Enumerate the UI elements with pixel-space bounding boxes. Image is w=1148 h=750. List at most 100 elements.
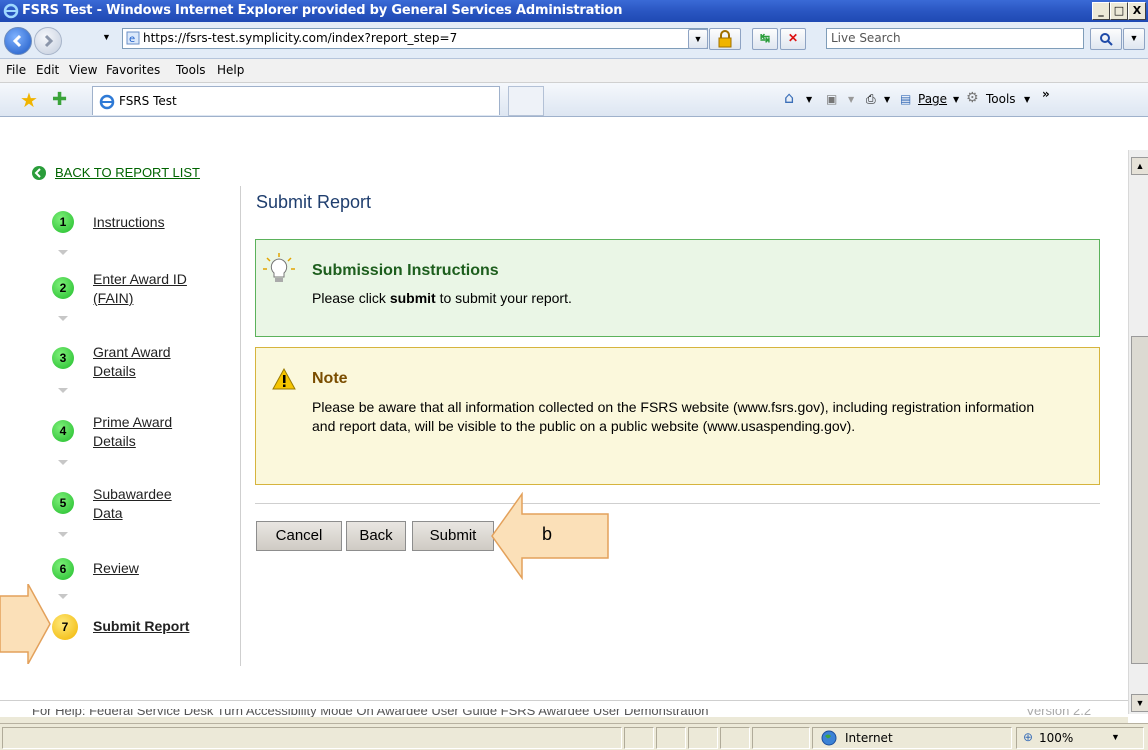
page-menu-button[interactable]: Page bbox=[918, 92, 947, 106]
scroll-thumb[interactable] bbox=[1131, 336, 1148, 664]
toolbar-overflow-icon[interactable]: » bbox=[1042, 87, 1050, 101]
menu-edit[interactable]: Edit bbox=[36, 63, 59, 77]
minimize-button[interactable]: _ bbox=[1092, 2, 1110, 20]
submit-button[interactable]: Submit bbox=[412, 521, 494, 551]
instructions-text: Please click submit to submit your repor… bbox=[312, 290, 572, 306]
feeds-dropdown-icon[interactable]: ▼ bbox=[848, 95, 854, 104]
scroll-down-arrow[interactable]: ▼ bbox=[1131, 694, 1148, 712]
zoom-level: 100% bbox=[1039, 731, 1074, 745]
address-dropdown-button[interactable]: ▼ bbox=[688, 29, 708, 49]
new-tab-button[interactable] bbox=[508, 86, 544, 116]
menu-view[interactable]: View bbox=[69, 63, 97, 77]
search-options-button[interactable]: ▼ bbox=[1123, 28, 1145, 50]
footer-links[interactable]: For Help: Federal Service Desk Turn Acce… bbox=[32, 709, 932, 717]
ie-logo-icon bbox=[3, 3, 19, 19]
note-box: Note Please be aware that all informatio… bbox=[255, 347, 1100, 485]
step-5-link-line2[interactable]: Data bbox=[93, 504, 123, 522]
address-input[interactable]: e https://fsrs-test.symplicity.com/index… bbox=[122, 28, 708, 49]
gear-icon: ⚙ bbox=[966, 90, 979, 106]
warning-icon bbox=[272, 368, 296, 390]
zoom-pane[interactable]: ⊕ 100% ▼ bbox=[1016, 727, 1144, 749]
step-7-current-label: Submit Report bbox=[93, 618, 190, 634]
forward-nav-button[interactable] bbox=[34, 27, 62, 55]
footer-version: Version 2.2 bbox=[1026, 709, 1092, 717]
step-7-badge: 7 bbox=[52, 614, 78, 640]
back-button[interactable]: Back bbox=[346, 521, 406, 551]
scroll-up-arrow[interactable]: ▲ bbox=[1131, 157, 1148, 175]
close-window-button[interactable]: X bbox=[1128, 2, 1146, 20]
step-3-badge: 3 bbox=[52, 347, 74, 369]
step-4-link[interactable]: Prime Award bbox=[93, 413, 172, 431]
search-input[interactable]: Live Search bbox=[826, 28, 1084, 49]
cancel-button[interactable]: Cancel bbox=[256, 521, 342, 551]
step-1-badge: 1 bbox=[52, 211, 74, 233]
search-icon bbox=[1100, 33, 1113, 46]
back-nav-button[interactable] bbox=[4, 27, 32, 55]
ie-page-icon bbox=[99, 94, 115, 110]
step-5-link[interactable]: Subawardee bbox=[93, 485, 172, 503]
step-2-link[interactable]: Enter Award ID bbox=[93, 270, 187, 288]
print-dropdown-icon[interactable]: ▼ bbox=[884, 95, 890, 104]
arrow-right-icon bbox=[44, 34, 54, 48]
submission-instructions-box: Submission Instructions Please click sub… bbox=[255, 239, 1100, 337]
step-3-link[interactable]: Grant Award bbox=[93, 343, 171, 361]
page-dropdown-icon[interactable]: ▼ bbox=[953, 95, 959, 104]
stop-button[interactable]: ✕ bbox=[780, 28, 806, 50]
step-1-link[interactable]: Instructions bbox=[93, 213, 165, 231]
history-dropdown-icon[interactable]: ▼ bbox=[102, 32, 111, 42]
back-to-report-list-link[interactable]: BACK TO REPORT LIST bbox=[55, 165, 200, 180]
note-heading: Note bbox=[312, 370, 348, 387]
step-5-badge: 5 bbox=[52, 492, 74, 514]
status-pane bbox=[752, 727, 810, 749]
page-title: Submit Report bbox=[256, 192, 372, 212]
vertical-scrollbar[interactable]: ▲ ▼ bbox=[1128, 150, 1148, 714]
step-2-badge: 2 bbox=[52, 277, 74, 299]
lightbulb-icon bbox=[263, 253, 295, 282]
tab-fsrs-test[interactable]: FSRS Test bbox=[92, 86, 500, 115]
tab-bar: ★ ✚ FSRS Test ⌂ ▼ ▣ ▼ ⎙ ▼ ▤ Page ▼ ⚙ Too… bbox=[0, 83, 1148, 117]
status-pane bbox=[720, 727, 750, 749]
menu-bar: File Edit View Favorites Tools Help bbox=[0, 59, 1148, 83]
arrow-left-icon bbox=[12, 34, 22, 48]
window-title: FSRS Test - Windows Internet Explorer pr… bbox=[22, 3, 623, 18]
instructions-heading: Submission Instructions bbox=[312, 262, 499, 279]
menu-tools[interactable]: Tools bbox=[176, 63, 206, 77]
zoom-icon: ⊕ bbox=[1023, 730, 1034, 744]
footer-links-clip: For Help: Federal Service Desk Turn Acce… bbox=[32, 709, 932, 717]
menu-favorites[interactable]: Favorites bbox=[106, 63, 160, 77]
divider bbox=[255, 503, 1100, 504]
status-pane bbox=[624, 727, 654, 749]
lock-icon bbox=[718, 30, 732, 48]
feeds-icon[interactable]: ▣ bbox=[826, 92, 837, 106]
zoom-dropdown-icon[interactable]: ▼ bbox=[1111, 732, 1120, 742]
step-6-badge: 6 bbox=[52, 558, 74, 580]
refresh-button[interactable]: ↹ bbox=[752, 28, 778, 50]
svg-text:e: e bbox=[129, 34, 135, 45]
note-text: Please be aware that all information col… bbox=[312, 399, 1035, 434]
tools-menu-button[interactable]: Tools bbox=[986, 92, 1016, 106]
tools-dropdown-icon[interactable]: ▼ bbox=[1024, 95, 1030, 104]
footer-divider bbox=[0, 700, 1128, 701]
step-4-link-line2[interactable]: Details bbox=[93, 432, 136, 450]
home-dropdown-icon[interactable]: ▼ bbox=[806, 95, 812, 104]
security-lock-button[interactable] bbox=[709, 28, 741, 50]
add-favorite-icon[interactable]: ✚ bbox=[52, 89, 67, 110]
step-2-link-line2[interactable]: (FAIN) bbox=[93, 289, 133, 307]
status-pane bbox=[688, 727, 718, 749]
step-connector bbox=[58, 250, 68, 255]
favorites-star-icon[interactable]: ★ bbox=[20, 88, 38, 113]
callout-arrow-left bbox=[0, 584, 51, 664]
menu-file[interactable]: File bbox=[6, 63, 26, 77]
menu-help[interactable]: Help bbox=[217, 63, 244, 77]
address-toolbar: ▼ e https://fsrs-test.symplicity.com/ind… bbox=[0, 22, 1148, 59]
step-connector bbox=[58, 532, 68, 537]
step-3-link-line2[interactable]: Details bbox=[93, 362, 136, 380]
print-icon[interactable]: ⎙ bbox=[866, 92, 876, 107]
search-button[interactable] bbox=[1090, 28, 1122, 50]
maximize-button[interactable]: □ bbox=[1110, 2, 1128, 20]
home-icon[interactable]: ⌂ bbox=[784, 88, 794, 107]
back-arrow-icon bbox=[32, 166, 46, 180]
step-6-link[interactable]: Review bbox=[93, 559, 139, 577]
status-bar: Internet ⊕ 100% ▼ bbox=[0, 723, 1148, 750]
globe-icon bbox=[821, 730, 837, 746]
